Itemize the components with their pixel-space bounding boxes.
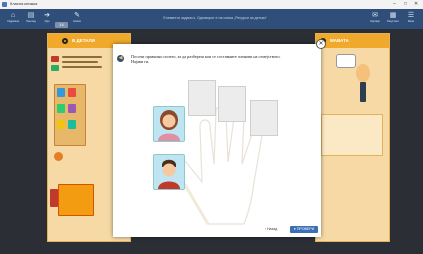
toy-illustration <box>51 56 59 62</box>
drop-target-middle[interactable] <box>250 100 278 136</box>
mother-avatar[interactable] <box>153 106 185 142</box>
pencil-icon: ✎ <box>74 12 80 19</box>
check-button[interactable]: ● ПРОВЕРИ <box>290 226 318 233</box>
toy-illustration <box>51 65 59 71</box>
maximize-button[interactable]: □ <box>404 0 407 9</box>
table-illustration <box>58 184 94 216</box>
answer-button[interactable]: ✉ Одговор <box>368 11 382 26</box>
toy-illustration <box>68 120 76 129</box>
toy-illustration <box>57 104 65 113</box>
toy-illustration <box>54 152 63 161</box>
comment-icon: ✉ <box>372 12 378 19</box>
toy-illustration <box>68 104 76 113</box>
book-icon: ▤ <box>27 12 35 19</box>
toolbar: ⌂ Содржина ▤ Преглед ➔ Оди 14 ✎ Алатки Елеме… <box>0 9 423 29</box>
right-page-title: МАВАТА <box>330 38 349 43</box>
results-button[interactable]: ▦ Резултати <box>386 11 400 26</box>
menu-button[interactable]: ☰ Мени <box>404 11 418 26</box>
activity-area <box>321 114 383 156</box>
audio-icon[interactable] <box>62 38 68 44</box>
hand-illustration <box>174 105 263 225</box>
home-icon: ⌂ <box>10 12 16 19</box>
goto-button[interactable]: ➔ Оди <box>40 11 54 26</box>
speech-bubble <box>336 54 356 68</box>
speaker-icon[interactable]: ◀ <box>117 55 124 62</box>
tools-button[interactable]: ✎ Алатки <box>70 11 84 26</box>
toy-illustration <box>68 88 76 97</box>
right-page: МАВАТА <box>315 33 390 242</box>
contents-button[interactable]: ⌂ Содржина <box>6 11 20 26</box>
text-line <box>62 61 98 63</box>
app-icon <box>2 2 7 7</box>
toy-illustration <box>57 88 65 97</box>
chart-icon: ▦ <box>389 12 397 19</box>
drop-target-index[interactable] <box>218 86 246 122</box>
text-line <box>62 56 102 58</box>
woman-icon <box>158 110 180 141</box>
text-line <box>62 66 102 68</box>
toolbar-title: Елементи задачи к. Одговорот е на слика … <box>163 16 267 20</box>
right-page-header: МАВАТА <box>316 34 389 48</box>
chair-illustration <box>50 189 58 207</box>
minimize-button[interactable]: – <box>393 0 396 9</box>
close-window-button[interactable]: ✕ <box>414 0 418 9</box>
back-button[interactable]: ‹ Назад <box>257 226 285 233</box>
instruction-text: Посочи правилно полето, за да разбереш к… <box>131 54 281 65</box>
arrow-icon: ➔ <box>44 12 50 19</box>
window-title: Класна книжка <box>10 1 38 6</box>
exercise-dialog: ◀ Посочи правилно полето, за да разбереш… <box>113 44 321 237</box>
menu-icon: ☰ <box>407 12 415 19</box>
character-illustration <box>360 82 366 102</box>
toy-illustration <box>57 120 65 129</box>
close-dialog-button[interactable]: ✕ <box>316 39 326 49</box>
father-avatar[interactable] <box>153 154 185 190</box>
drop-target-thumb[interactable] <box>188 80 216 116</box>
man-icon <box>158 159 180 189</box>
left-page-title: В ДЕТАЛИ <box>72 38 95 43</box>
character-illustration <box>356 64 370 82</box>
